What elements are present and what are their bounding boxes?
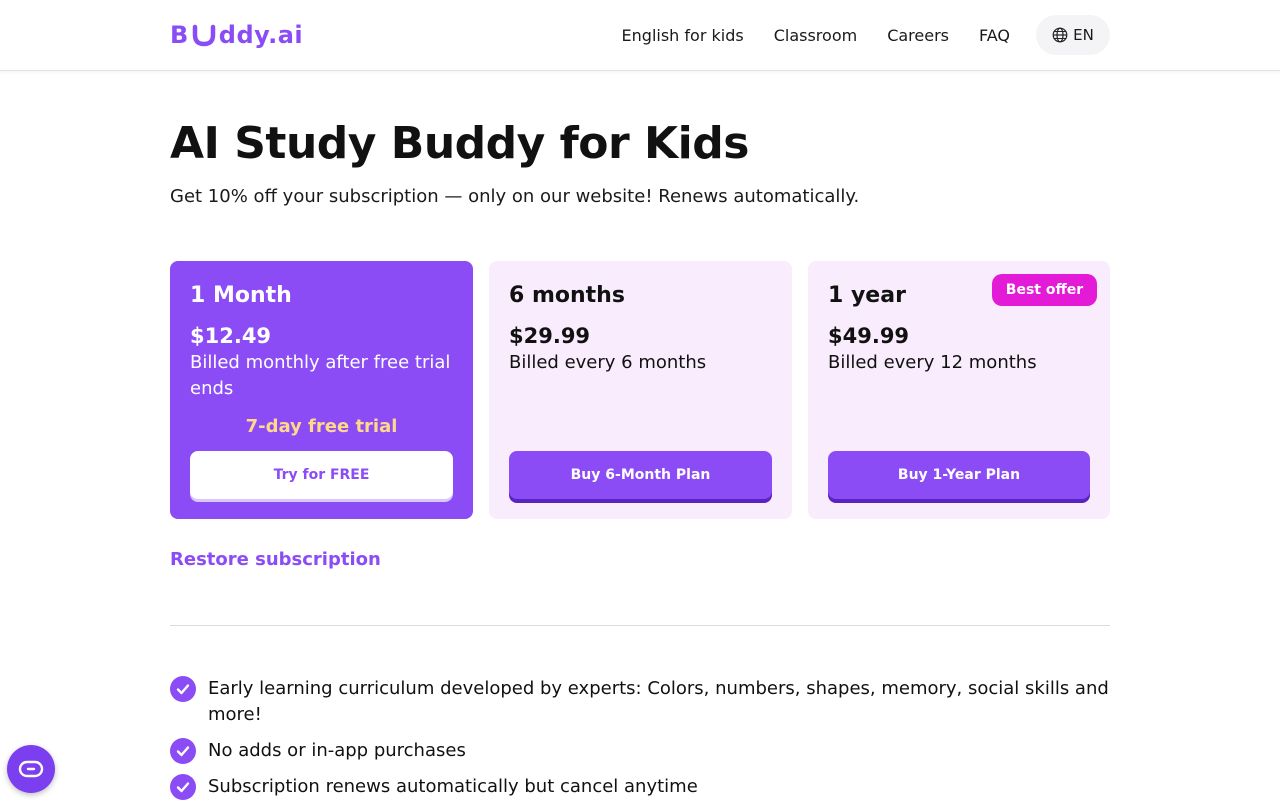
plan-price: $29.99 <box>509 324 591 348</box>
nav-classroom[interactable]: Classroom <box>774 26 857 45</box>
buddy-logo[interactable]: B ddy.ai <box>170 18 303 52</box>
restore-subscription-link[interactable]: Restore subscription <box>170 549 381 570</box>
language-selector[interactable]: EN <box>1036 15 1110 55</box>
check-circle-icon <box>170 676 196 702</box>
feature-item: Subscription renews automatically but ca… <box>170 774 1110 800</box>
feature-text: Subscription renews automatically but ca… <box>208 776 698 797</box>
try-free-button[interactable]: Try for FREE <box>190 451 453 499</box>
nav-faq[interactable]: FAQ <box>979 26 1010 45</box>
nav-careers[interactable]: Careers <box>887 26 949 45</box>
page-title: AI Study Buddy for Kids <box>170 118 749 169</box>
feature-item: Early learning curriculum developed by e… <box>170 676 1110 728</box>
plan-name: 1 Month <box>190 283 292 308</box>
feature-text: Early learning curriculum developed by e… <box>208 678 1109 725</box>
feature-text: No adds or in-app purchases <box>208 740 466 761</box>
globe-icon <box>1052 27 1068 43</box>
best-offer-badge: Best offer <box>992 274 1097 306</box>
plan-price: $49.99 <box>828 324 910 348</box>
logo-letter-b: B <box>170 21 189 49</box>
feature-item: No adds or in-app purchases <box>170 738 1110 764</box>
feature-list: Early learning curriculum developed by e… <box>170 676 1110 810</box>
language-label: EN <box>1073 26 1094 44</box>
buy-6-month-button[interactable]: Buy 6-Month Plan <box>509 451 772 499</box>
divider <box>170 625 1110 626</box>
check-circle-icon <box>170 774 196 800</box>
plan-billing: Billed every 6 months <box>509 352 707 373</box>
free-trial-note: 7-day free trial <box>245 416 398 437</box>
smile-icon <box>192 24 216 47</box>
nav-english-for-kids[interactable]: English for kids <box>622 26 744 45</box>
plan-name: 6 months <box>509 283 625 308</box>
plan-price: $12.49 <box>190 324 272 348</box>
plan-billing: Billed monthly after free trial ends <box>190 352 451 399</box>
buy-1-year-button[interactable]: Buy 1-Year Plan <box>828 451 1090 499</box>
plan-billing: Billed every 12 months <box>828 352 1037 373</box>
chat-bubble-icon <box>18 760 44 778</box>
chat-fab-button[interactable] <box>7 745 55 793</box>
plan-card-1-month[interactable]: 1 Month $12.49 Billed monthly after free… <box>170 261 473 519</box>
main-nav: English for kids Classroom Careers FAQ E… <box>622 0 1110 70</box>
logo-text: ddy.ai <box>218 21 304 49</box>
plan-card-6-months[interactable]: 6 months $29.99 Billed every 6 months Bu… <box>489 261 792 519</box>
check-circle-icon <box>170 738 196 764</box>
page-subtitle: Get 10% off your subscription — only on … <box>170 186 860 207</box>
plan-card-1-year[interactable]: Best offer 1 year $49.99 Billed every 12… <box>808 261 1110 519</box>
site-header: B ddy.ai English for kids Classroom Care… <box>0 0 1280 71</box>
